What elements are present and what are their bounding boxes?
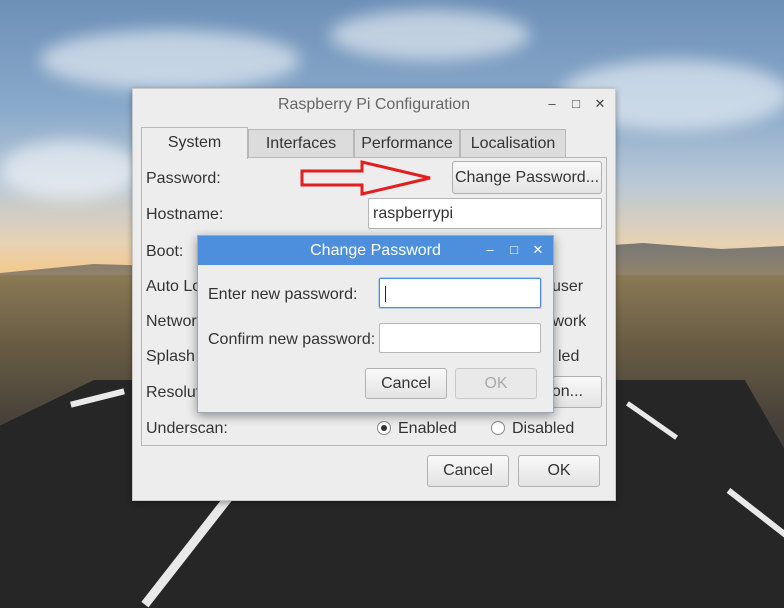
cancel-button[interactable]: Cancel [427,455,509,487]
underscan-disabled-radio[interactable] [491,421,505,435]
network-at-boot-label: Networ [146,313,197,330]
new-password-label: Enter new password: [208,286,358,303]
tab-performance[interactable]: Performance [354,129,460,157]
red-arrow-annotation [300,160,431,196]
minimize-icon[interactable]: – [543,95,561,113]
maximize-icon[interactable]: □ [567,95,585,113]
tab-localisation[interactable]: Localisation [460,129,566,157]
cloud [40,30,300,90]
tab-system[interactable]: System [141,127,248,159]
hostname-field[interactable] [368,198,602,229]
underscan-label: Underscan: [146,420,228,437]
ok-button[interactable]: OK [518,455,600,487]
new-password-field[interactable] [379,278,541,308]
hostname-label: Hostname: [146,206,224,223]
underscan-enabled-radio[interactable] [377,421,391,435]
confirm-password-field[interactable] [379,323,541,353]
dialog-minimize-icon[interactable]: – [481,241,499,259]
splash-option-label: led [558,348,580,365]
tab-interfaces[interactable]: Interfaces [248,129,354,157]
confirm-password-label: Confirm new password: [208,331,376,348]
close-icon[interactable]: ✕ [591,95,609,113]
cloud [330,10,530,60]
window-titlebar[interactable]: Raspberry Pi Configuration – □ ✕ [133,89,615,121]
dialog-maximize-icon[interactable]: □ [505,241,523,259]
dialog-ok-button[interactable]: OK [455,368,537,399]
auto-login-option-label: user [552,278,584,295]
dialog-close-icon[interactable]: ✕ [529,241,547,259]
underscan-enabled-label[interactable]: Enabled [398,420,457,438]
dialog-cancel-button[interactable]: Cancel [365,368,447,399]
boot-label: Boot: [146,243,184,260]
password-label: Password: [146,170,221,187]
auto-login-label: Auto Lo [146,278,202,295]
change-password-button[interactable]: Change Password... [452,161,602,194]
cloud [0,140,140,200]
dialog-title: Change Password [310,242,441,259]
resolution-label: Resolut [146,384,201,401]
underscan-disabled-label[interactable]: Disabled [512,420,574,438]
dialog-titlebar[interactable]: Change Password – □ ✕ [198,236,553,265]
splash-screen-label: Splash [146,348,195,365]
change-password-dialog: Change Password – □ ✕ Enter new password… [197,235,554,413]
text-caret [385,286,386,302]
